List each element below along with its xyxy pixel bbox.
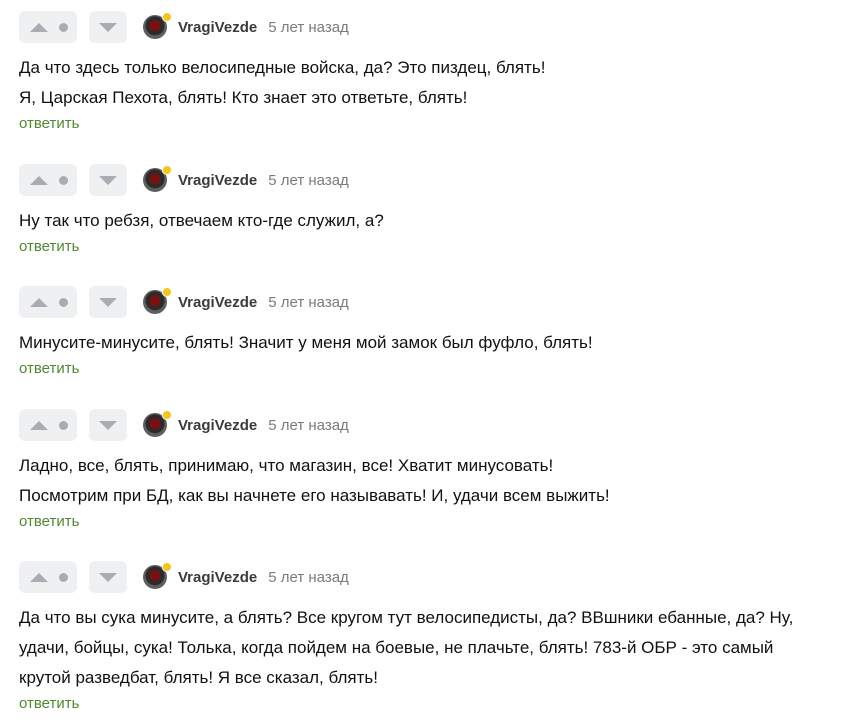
triangle-up-icon <box>30 297 48 307</box>
online-indicator-icon <box>162 562 172 572</box>
vote-up-group <box>19 164 77 196</box>
triangle-down-icon <box>99 420 117 430</box>
username-link[interactable]: VragiVezde <box>178 172 257 189</box>
comment-text-line: Ладно, все, блять, принимаю, что магазин… <box>19 456 554 475</box>
triangle-down-icon <box>99 22 117 32</box>
triangle-up-icon <box>30 175 48 185</box>
online-indicator-icon <box>162 410 172 420</box>
reply-link[interactable]: ответить <box>19 695 79 712</box>
triangle-down-icon <box>99 175 117 185</box>
dot-icon <box>59 572 68 582</box>
comment-text-line: удачи, бойцы, сука! Толька, когда пойдем… <box>19 638 774 657</box>
timestamp: 5 лет назад <box>268 416 349 434</box>
avatar-container[interactable] <box>143 562 172 589</box>
online-indicator-icon <box>162 12 172 22</box>
comment-body: Да что здесь только велосипедные войска,… <box>19 53 839 113</box>
comment-text-line: Я, Царская Пехота, блять! Кто знает это … <box>19 88 468 107</box>
avatar-container[interactable] <box>143 410 172 437</box>
triangle-down-icon <box>99 297 117 307</box>
comment: VragiVezde 5 лет назад Ладно, все, блять… <box>19 409 839 531</box>
avatar-container[interactable] <box>143 287 172 314</box>
dot-icon <box>59 175 68 185</box>
avatar-container[interactable] <box>143 12 172 39</box>
reply-link[interactable]: ответить <box>19 360 79 377</box>
vote-up-group <box>19 561 77 593</box>
username-link[interactable]: VragiVezde <box>178 569 257 586</box>
reply-link[interactable]: ответить <box>19 238 79 255</box>
reply-link[interactable]: ответить <box>19 115 79 132</box>
vote-up-button[interactable] <box>19 286 59 318</box>
avatar-container[interactable] <box>143 165 172 192</box>
triangle-up-icon <box>30 22 48 32</box>
vote-up-button[interactable] <box>19 11 59 43</box>
vote-up-button[interactable] <box>19 164 59 196</box>
dot-icon <box>59 297 68 307</box>
vote-down-button[interactable] <box>89 409 127 441</box>
timestamp: 5 лет назад <box>268 18 349 36</box>
comment-body: Ладно, все, блять, принимаю, что магазин… <box>19 451 839 511</box>
online-indicator-icon <box>162 165 172 175</box>
comment-header: VragiVezde 5 лет назад <box>19 164 839 196</box>
vote-up-button[interactable] <box>19 561 59 593</box>
vote-down-button[interactable] <box>89 11 127 43</box>
username-link[interactable]: VragiVezde <box>178 19 257 36</box>
comment-text-line: Минусите-минусите, блять! Значит у меня … <box>19 333 593 352</box>
comment-body: Минусите-минусите, блять! Значит у меня … <box>19 328 839 358</box>
comment-header: VragiVezde 5 лет назад <box>19 561 839 593</box>
comment: VragiVezde 5 лет назад Да что вы сука ми… <box>19 561 839 713</box>
comment-text-line: Да что здесь только велосипедные войска,… <box>19 58 546 77</box>
comment-header: VragiVezde 5 лет назад <box>19 286 839 318</box>
vote-down-button[interactable] <box>89 286 127 318</box>
vote-up-button[interactable] <box>19 409 59 441</box>
comment: VragiVezde 5 лет назад Да что здесь толь… <box>19 11 839 133</box>
username-link[interactable]: VragiVezde <box>178 417 257 434</box>
comment-text-line: Да что вы сука минусите, а блять? Все кр… <box>19 608 794 627</box>
timestamp: 5 лет назад <box>268 568 349 586</box>
comment-header: VragiVezde 5 лет назад <box>19 11 839 43</box>
triangle-down-icon <box>99 572 117 582</box>
reply-link[interactable]: ответить <box>19 513 79 530</box>
online-indicator-icon <box>162 287 172 297</box>
username-link[interactable]: VragiVezde <box>178 294 257 311</box>
comment-text-line: Посмотрим при БД, как вы начнете его наз… <box>19 486 610 505</box>
timestamp: 5 лет назад <box>268 293 349 311</box>
comment-body: Да что вы сука минусите, а блять? Все кр… <box>19 603 839 693</box>
triangle-up-icon <box>30 572 48 582</box>
vote-up-group <box>19 286 77 318</box>
timestamp: 5 лет назад <box>268 171 349 189</box>
comment-text-line: крутой разведбат, блять! Я все сказал, б… <box>19 668 378 687</box>
comment-header: VragiVezde 5 лет назад <box>19 409 839 441</box>
comment: VragiVezde 5 лет назад Минусите-минусите… <box>19 286 839 378</box>
triangle-up-icon <box>30 420 48 430</box>
comment-body: Ну так что ребзя, отвечаем кто-где служи… <box>19 206 839 236</box>
vote-up-group <box>19 11 77 43</box>
vote-up-group <box>19 409 77 441</box>
comment-text-line: Ну так что ребзя, отвечаем кто-где служи… <box>19 211 384 230</box>
dot-icon <box>59 22 68 32</box>
vote-down-button[interactable] <box>89 561 127 593</box>
comment: VragiVezde 5 лет назад Ну так что ребзя,… <box>19 164 839 256</box>
dot-icon <box>59 420 68 430</box>
vote-down-button[interactable] <box>89 164 127 196</box>
